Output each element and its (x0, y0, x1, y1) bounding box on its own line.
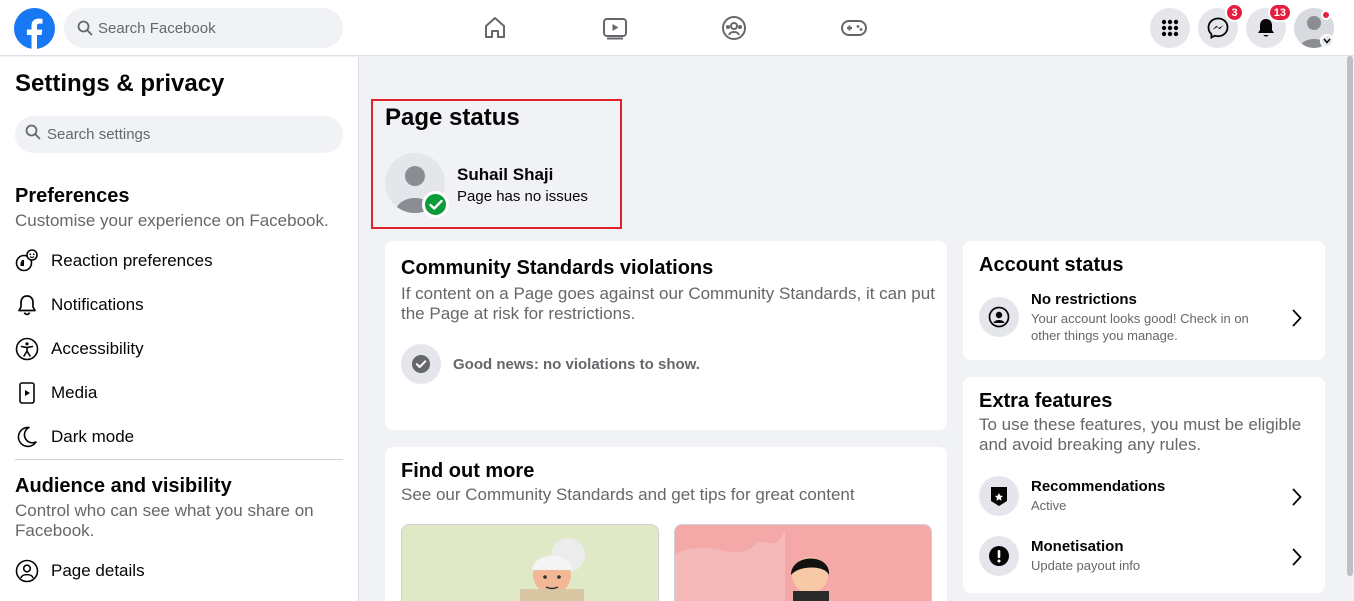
extra-features-title: Extra features (979, 390, 1113, 412)
page-name: Suhail Shaji (457, 165, 554, 184)
no-violations-row: Good news: no violations to show. (401, 344, 700, 384)
account-icon (979, 297, 1019, 337)
no-restrictions-row[interactable]: No restrictions Your account looks good!… (979, 290, 1309, 343)
media-icon (15, 381, 39, 405)
chevron-right-icon[interactable] (1287, 547, 1307, 567)
audience-description: Control who can see what you share on Fa… (15, 501, 314, 540)
settings-search-input[interactable] (47, 126, 327, 143)
page-status-title: Page status (385, 104, 520, 131)
community-standards-title: Community Standards violations (401, 257, 714, 279)
no-restrictions-description: Your account looks good! Check in on oth… (1031, 310, 1249, 343)
account-status-card: Account status No restrictions Your acco… (963, 241, 1325, 360)
sidebar-item-page-details[interactable]: Page details (15, 553, 343, 589)
sidebar-item-label: Accessibility (51, 339, 144, 358)
community-standards-card: Community Standards violations If conten… (385, 241, 947, 430)
no-restrictions-title: No restrictions (1031, 290, 1137, 308)
audience-heading: Audience and visibility (15, 475, 232, 497)
check-circle-icon (401, 344, 441, 384)
sidebar-item-label: Media (51, 383, 98, 402)
top-bar: 3 13 (0, 0, 1354, 56)
settings-sidebar: Settings & privacy Preferences Customise… (0, 57, 359, 601)
alert-icon (979, 536, 1019, 576)
recommendations-row[interactable]: Recommendations Active (979, 471, 1309, 521)
sidebar-item-media[interactable]: Media (15, 375, 343, 411)
reaction-icon (15, 249, 39, 273)
check-badge-icon (422, 191, 449, 218)
sidebar-item-label: Dark mode (51, 427, 135, 446)
recommendations-title: Recommendations (1031, 478, 1166, 495)
monetisation-status: Update payout info (1031, 558, 1141, 573)
bell-icon (15, 293, 39, 317)
account-status-title: Account status (979, 254, 1124, 276)
extra-features-description: To use these features, you must be eligi… (979, 415, 1302, 454)
person-icon (15, 559, 39, 583)
settings-title: Settings & privacy (15, 70, 225, 97)
sidebar-item-label: Page details (51, 561, 145, 580)
facebook-search-input[interactable] (98, 19, 328, 37)
groups-icon[interactable] (716, 10, 752, 46)
accessibility-icon (15, 337, 39, 361)
sidebar-item-accessibility[interactable]: Accessibility (15, 331, 343, 367)
sidebar-item-notifications[interactable]: Notifications (15, 287, 343, 323)
chevron-right-icon[interactable] (1287, 487, 1307, 507)
search-icon (25, 124, 41, 145)
find-out-more-title: Find out more (401, 460, 535, 482)
sidebar-item-dark-mode[interactable]: Dark mode (15, 419, 343, 455)
sidebar-item-reaction-preferences[interactable]: Reaction preferences (15, 243, 343, 279)
find-out-more-card: Find out more See our Community Standard… (385, 447, 947, 601)
page-status-text: Page has no issues (457, 188, 588, 205)
menu-grid-button[interactable] (1150, 8, 1190, 48)
notifications-badge: 13 (1267, 3, 1292, 22)
notifications-button[interactable]: 13 (1246, 3, 1292, 48)
monetisation-title: Monetisation (1031, 538, 1124, 555)
community-standards-description: If content on a Page goes against our Co… (401, 284, 935, 323)
grid-icon (1161, 19, 1179, 37)
preferences-heading: Preferences (15, 185, 130, 207)
community-illustration-image[interactable] (401, 524, 659, 601)
sidebar-item-label: Notifications (51, 295, 144, 314)
find-out-more-description: See our Community Standards and get tips… (401, 485, 855, 504)
facebook-logo-icon[interactable] (14, 8, 55, 49)
messenger-button[interactable]: 3 (1198, 3, 1244, 48)
account-alert-dot (1321, 10, 1331, 20)
moon-icon (15, 425, 39, 449)
content-tips-illustration-image[interactable] (674, 524, 932, 601)
monetisation-row[interactable]: Monetisation Update payout info (979, 531, 1309, 581)
recommendations-icon (979, 476, 1019, 516)
settings-search[interactable] (15, 116, 343, 153)
no-violations-text: Good news: no violations to show. (453, 355, 700, 373)
chevron-down-icon[interactable] (1320, 34, 1334, 48)
chevron-right-icon[interactable] (1287, 308, 1307, 328)
search-icon (76, 19, 94, 37)
preferences-description: Customise your experience on Facebook. (15, 211, 329, 230)
extra-features-card: Extra features To use these features, yo… (963, 377, 1325, 593)
home-icon[interactable] (477, 10, 513, 46)
recommendations-status: Active (1031, 498, 1067, 513)
sidebar-divider (15, 459, 343, 460)
video-icon[interactable] (597, 10, 633, 46)
facebook-search[interactable] (64, 8, 343, 48)
messenger-badge: 3 (1225, 3, 1244, 22)
gaming-icon[interactable] (836, 10, 872, 46)
main-scrollbar-thumb[interactable] (1347, 56, 1353, 576)
main-scrollbar-track[interactable] (1346, 56, 1354, 601)
messenger-icon (1207, 17, 1229, 39)
sidebar-item-label: Reaction preferences (51, 251, 213, 270)
